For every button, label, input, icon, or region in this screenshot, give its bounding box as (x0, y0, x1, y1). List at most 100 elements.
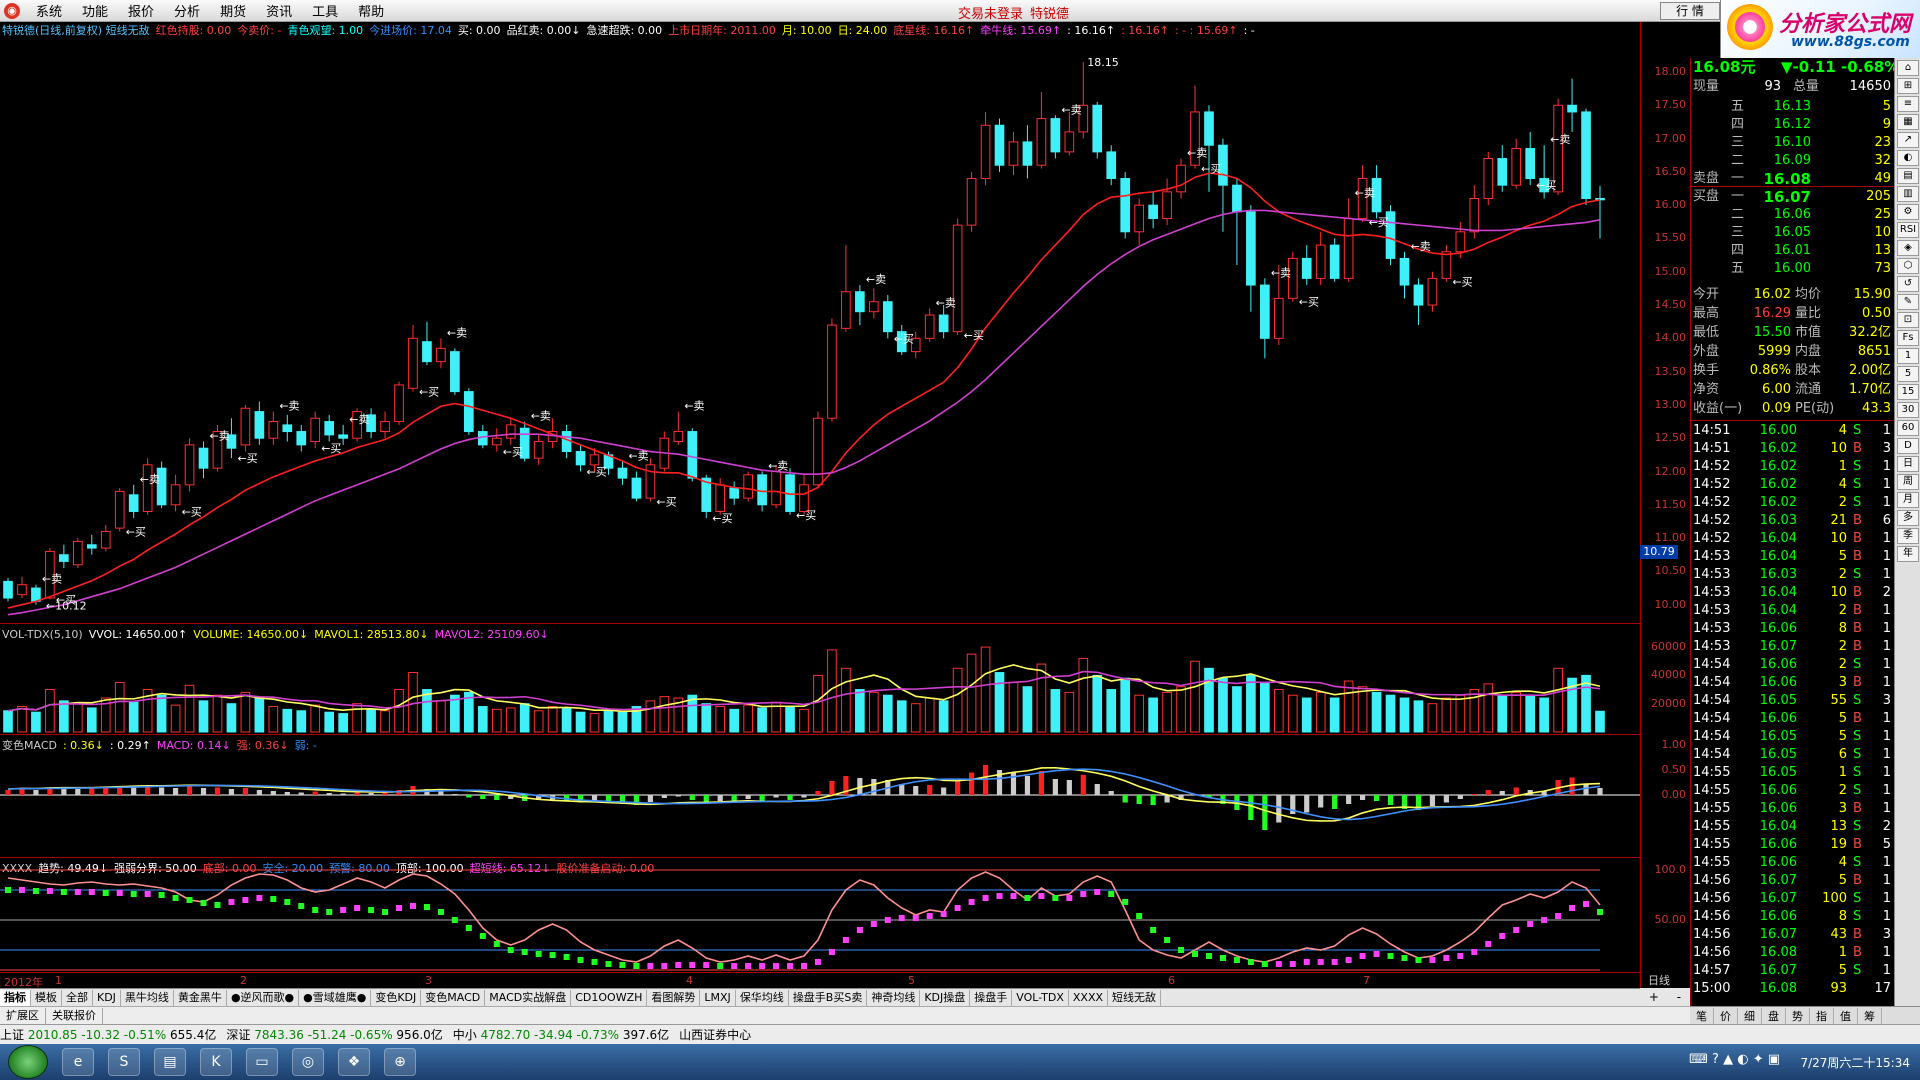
trend-marker (1485, 941, 1492, 947)
side-tool-button[interactable]: ↗ (1897, 132, 1919, 148)
indicator-tab[interactable]: 保华均线 (736, 989, 789, 1006)
quote-panel-tab[interactable]: 价 (1714, 1007, 1738, 1024)
quote-panel-tab[interactable]: 筹 (1858, 1007, 1882, 1024)
app-icon[interactable]: ❖ (338, 1048, 370, 1076)
menu-item[interactable]: 系统 (26, 1, 72, 20)
index-quote[interactable]: 上证 2010.85 -10.32 -0.51% 655.4亿 (0, 1026, 216, 1043)
side-tool-button[interactable]: Fs (1897, 330, 1919, 346)
extension-tab[interactable]: 关联报价 (46, 1007, 103, 1024)
chart-area[interactable]: 特锐德(日线,前复权) 短线无敌 红色持股: 0.00 今卖价: - 青色观望: 1.… (0, 22, 1690, 992)
quote-panel-tab[interactable]: 值 (1834, 1007, 1858, 1024)
doc-icon[interactable]: ▭ (246, 1048, 278, 1076)
side-tool-button[interactable]: ⊡ (1897, 312, 1919, 328)
start-button[interactable] (8, 1045, 48, 1079)
clock[interactable]: 7/27周六二十15:34 (1800, 1054, 1910, 1071)
side-tool-button[interactable]: 5 (1897, 366, 1919, 382)
side-tool-button[interactable]: 日 (1897, 456, 1919, 472)
menu-item[interactable]: 工具 (302, 1, 348, 20)
side-tool-button[interactable]: 月 (1897, 492, 1919, 508)
indicator-tab[interactable]: 变色KDJ (371, 989, 422, 1006)
side-tool-button[interactable]: 60 (1897, 420, 1919, 436)
indicator-tab[interactable]: KDJ (93, 989, 121, 1006)
ie-icon[interactable]: e (62, 1048, 94, 1076)
xxxx-chart[interactable] (0, 858, 1640, 972)
side-tool-button[interactable]: ⌂ (1897, 60, 1919, 76)
trend-marker (1527, 921, 1534, 927)
price-chart[interactable]: ←买←买←买←买←买←买←买←买←买←买 ←买←买 ←买←买←买←买←买←买←卖←卖… (0, 22, 1640, 622)
stock-icon[interactable]: ⊕ (384, 1048, 416, 1076)
side-tool-button[interactable]: ⬡ (1897, 258, 1919, 274)
indicator-tab[interactable]: 看图解势 (647, 989, 701, 1006)
side-tool-button[interactable]: 15 (1897, 384, 1919, 400)
side-tool-button[interactable]: RSI (1897, 222, 1919, 238)
k-icon[interactable]: K (200, 1048, 232, 1076)
b-icon[interactable]: ◎ (292, 1048, 324, 1076)
menu-item[interactable]: 功能 (72, 1, 118, 20)
menu-item[interactable]: 资讯 (256, 1, 302, 20)
side-tool-button[interactable]: 多 (1897, 510, 1919, 526)
indicator-tab[interactable]: 操盘手 (970, 989, 1013, 1006)
indicator-tab[interactable]: VOL-TDX (1012, 989, 1069, 1006)
indicator-tab[interactable]: KDJ操盘 (920, 989, 971, 1006)
s-icon[interactable]: S (108, 1048, 140, 1076)
side-tool-button[interactable]: ⚙ (1897, 204, 1919, 220)
zoom-out-icon[interactable]: - (1677, 990, 1681, 1004)
indicator-tab[interactable]: 操盘手B买S卖 (789, 989, 868, 1006)
quote-panel-tab[interactable]: 势 (1786, 1007, 1810, 1024)
side-tool-button[interactable]: ◈ (1897, 240, 1919, 256)
quote-button[interactable]: 行 情 (1660, 2, 1720, 20)
indicator-tab[interactable]: 全部 (62, 989, 93, 1006)
quote-panel-tab[interactable]: 笔 (1690, 1007, 1714, 1024)
side-tool-button[interactable]: D (1897, 438, 1919, 454)
side-tool-button[interactable]: ≡ (1897, 96, 1919, 112)
menu-item[interactable]: 分析 (164, 1, 210, 20)
indicator-tab[interactable]: LMXJ (700, 989, 736, 1006)
zoom-controls[interactable]: + - (1640, 988, 1690, 1006)
indicator-tab[interactable]: 神奇均线 (867, 989, 921, 1006)
menu-item[interactable]: 报价 (118, 1, 164, 20)
sell-signal: ←卖 (1550, 133, 1570, 146)
side-tool-button[interactable]: 1 (1897, 348, 1919, 364)
side-tool-button[interactable]: ⊞ (1897, 78, 1919, 94)
tick-volume: 5 (1838, 549, 1847, 564)
side-tool-button[interactable]: ▦ (1897, 114, 1919, 130)
indicator-tab[interactable]: MACD实战解盘 (485, 989, 572, 1006)
folder-icon[interactable]: ▤ (154, 1048, 186, 1076)
tdx-logo-icon[interactable]: ◉ (4, 2, 20, 19)
indicator-tab[interactable]: 指标 (0, 989, 31, 1006)
quote-panel-tab[interactable]: 细 (1738, 1007, 1762, 1024)
extension-tab[interactable]: 扩展区 (0, 1007, 46, 1024)
side-tool-button[interactable]: ◐ (1897, 150, 1919, 166)
indicator-tab[interactable]: 模板 (31, 989, 62, 1006)
menu-item[interactable]: 期货 (210, 1, 256, 20)
volume-bar (1176, 686, 1186, 733)
candle-body (1497, 158, 1508, 186)
side-tool-button[interactable]: ▤ (1897, 168, 1919, 184)
system-tray[interactable]: ⌨ ? ▲ ◐ ✦ ▣ (1689, 1052, 1780, 1067)
side-tool-button[interactable]: ✎ (1897, 294, 1919, 310)
side-tool-button[interactable]: 30 (1897, 402, 1919, 418)
quote-panel-tab[interactable]: 指 (1810, 1007, 1834, 1024)
indicator-tab[interactable]: CD1OOWZH (571, 989, 648, 1006)
login-status[interactable]: 交易未登录 (958, 3, 1023, 22)
indicator-tab[interactable]: 黑牛均线 (121, 989, 174, 1006)
indicator-tab[interactable]: 变色MACD (421, 989, 486, 1006)
macd-chart[interactable] (0, 735, 1640, 857)
indicator-tab[interactable]: 黄金黑牛 (174, 989, 227, 1006)
side-tool-button[interactable]: 年 (1897, 546, 1919, 562)
side-tool-button[interactable]: ↺ (1897, 276, 1919, 292)
indicator-tab[interactable]: ●逆风而歌● (227, 989, 300, 1006)
indicator-tab[interactable]: ●雪域雄鹰● (299, 989, 372, 1006)
volume-bar (841, 667, 851, 733)
volume-chart[interactable] (0, 624, 1640, 734)
side-tool-button[interactable]: 周 (1897, 474, 1919, 490)
index-quote[interactable]: 中小 4782.70 -34.94 -0.73% 397.6亿 (453, 1026, 669, 1043)
zoom-in-icon[interactable]: + (1649, 990, 1659, 1004)
quote-panel-tab[interactable]: 盘 (1762, 1007, 1786, 1024)
indicator-tab[interactable]: 短线无敌 (1108, 989, 1162, 1006)
menu-item[interactable]: 帮助 (348, 1, 394, 20)
side-tool-button[interactable]: 季 (1897, 528, 1919, 544)
side-tool-button[interactable]: ▥ (1897, 186, 1919, 202)
index-quote[interactable]: 深证 7843.36 -51.24 -0.65% 956.0亿 (226, 1026, 442, 1043)
indicator-tab[interactable]: XXXX (1069, 989, 1109, 1006)
